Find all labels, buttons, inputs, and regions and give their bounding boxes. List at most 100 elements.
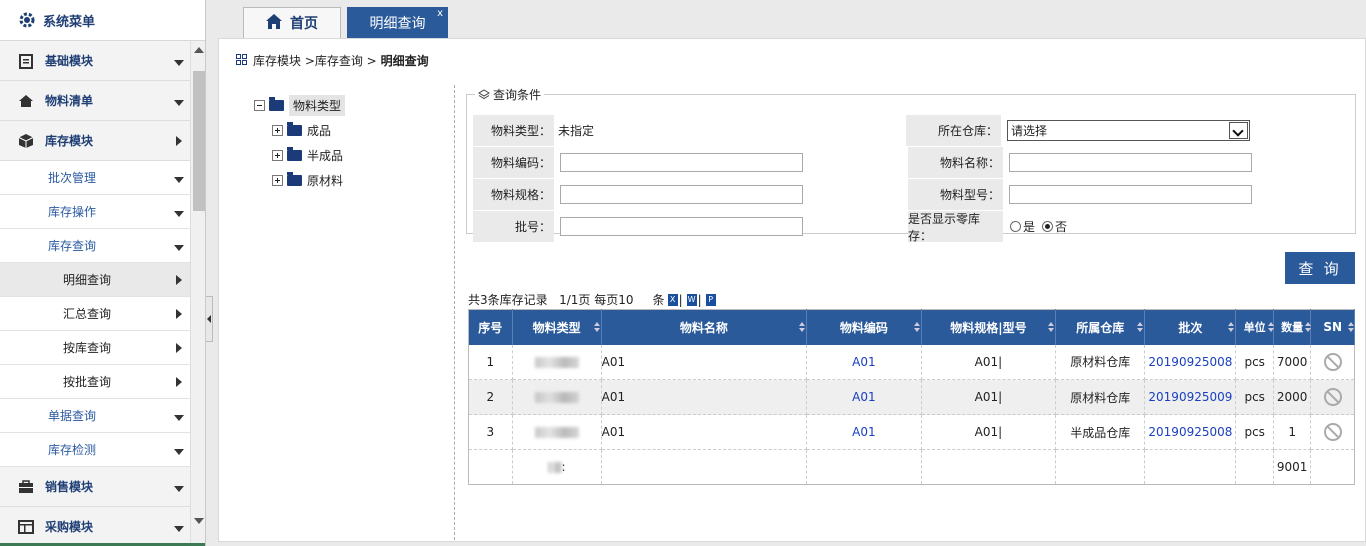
sidebar-collapse-handle[interactable] — [206, 296, 213, 342]
ban-icon[interactable] — [1323, 352, 1342, 371]
tab-home[interactable]: 首页 — [243, 7, 341, 38]
cell-total-qty: 9001 — [1273, 449, 1312, 485]
chevron-left-icon — [207, 315, 211, 323]
sidebar-item-basic[interactable]: 基础模块 — [0, 41, 190, 81]
material-spec-input[interactable] — [560, 185, 803, 204]
cell-empty — [601, 449, 808, 485]
briefcase-icon — [17, 478, 35, 496]
sidebar-item-sales[interactable]: 销售模块 — [0, 467, 190, 507]
col-header[interactable]: 批次 — [1144, 309, 1237, 345]
cell-batch-link[interactable]: 20190925008 — [1144, 414, 1237, 450]
tree-node-label: 物料类型 — [289, 95, 346, 116]
cell-warehouse: 半成品仓库 — [1055, 414, 1146, 450]
zero-no-radio[interactable] — [1042, 221, 1054, 232]
breadcrumb-path: 库存模块 >库存查询 > — [253, 54, 381, 68]
warehouse-select[interactable]: 请选择 — [1007, 120, 1250, 141]
cell-sn[interactable] — [1310, 414, 1355, 450]
scrollbar-thumb[interactable] — [193, 71, 205, 211]
close-icon[interactable]: x — [437, 8, 443, 20]
pdf-export-icon[interactable]: P — [705, 293, 716, 306]
sidebar-item-bom[interactable]: 物料清单 — [0, 81, 190, 121]
cell-code-link[interactable]: A01 — [806, 414, 922, 450]
tab-detail-query[interactable]: 明细查询 x — [347, 7, 448, 38]
cell-sn[interactable] — [1310, 344, 1355, 380]
tree-node-raw-material[interactable]: 原材料 — [254, 168, 345, 193]
tree-node-label: 成品 — [307, 124, 332, 138]
sidebar-subsubitem-by-batch[interactable]: 按批查询 — [0, 365, 190, 399]
expand-icon[interactable] — [272, 150, 283, 161]
col-header[interactable]: 物料规格|型号 — [921, 309, 1057, 345]
table-row[interactable]: 3 A01 A01 A01| 半成品仓库 20190925008 pcs 1 — [468, 414, 1355, 450]
cell-sn[interactable] — [1310, 379, 1355, 415]
word-export-icon[interactable]: W — [686, 293, 697, 306]
col-header[interactable]: 单位 — [1235, 309, 1274, 345]
material-code-input[interactable] — [560, 153, 803, 172]
tree-node-semi-finished[interactable]: 半成品 — [254, 143, 345, 168]
chevron-down-icon — [174, 244, 184, 251]
col-header[interactable]: 物料编码 — [806, 309, 922, 345]
sidebar-subitem-batch[interactable]: 批次管理 — [0, 161, 190, 195]
query-legend: 查询条件 — [475, 86, 544, 103]
cell-code-link[interactable]: A01 — [806, 344, 922, 380]
chevron-right-icon — [176, 135, 182, 146]
material-name-input[interactable] — [1009, 153, 1252, 172]
cell-code-link[interactable]: A01 — [806, 379, 922, 415]
scroll-down-icon[interactable] — [194, 518, 204, 524]
tree-node-label: 半成品 — [307, 149, 344, 163]
col-header[interactable]: 物料类型 — [512, 309, 602, 345]
sidebar-title: 系统菜单 — [43, 14, 96, 30]
cell-type — [512, 344, 602, 380]
sidebar-item-label: 销售模块 — [45, 480, 94, 494]
sidebar-subitem-document[interactable]: 单据查询 — [0, 399, 190, 433]
excel-export-icon[interactable]: X — [667, 293, 678, 306]
table-row[interactable]: 2 A01 A01 A01| 原材料仓库 20190925009 pcs 200… — [468, 379, 1355, 415]
sidebar-item-inventory[interactable]: 库存模块 — [0, 121, 190, 161]
material-model-input[interactable] — [1009, 185, 1252, 204]
tree-node-finished[interactable]: 成品 — [254, 118, 345, 143]
record-summary: 共3条库存记录 1/1页 每页10 条 X | W | P — [468, 291, 716, 308]
col-header[interactable]: SN — [1310, 309, 1355, 345]
col-header[interactable]: 物料名称 — [601, 309, 808, 345]
chevron-down-icon — [174, 59, 184, 66]
cell-empty — [921, 449, 1057, 485]
ban-icon[interactable] — [1323, 423, 1342, 441]
query-legend-text: 查询条件 — [493, 88, 542, 102]
sidebar-scrollbar[interactable] — [190, 41, 205, 546]
cell-empty — [1055, 449, 1146, 485]
col-header[interactable]: 所属仓库 — [1055, 309, 1146, 345]
tree-node-root[interactable]: 物料类型 — [254, 93, 346, 118]
cell-spec: A01| — [921, 379, 1057, 415]
sidebar-subitem-label: 批次管理 — [48, 171, 97, 185]
sidebar-subsubitem-detail[interactable]: 明细查询 — [0, 263, 190, 297]
col-header[interactable]: 数量 — [1273, 309, 1312, 345]
zero-yes-radio[interactable] — [1010, 221, 1021, 232]
query-panel: 查询条件 物料类型： 未指定 所在仓库： 请选择 物料编码： 物料名称： 物料规… — [466, 86, 1356, 243]
sidebar-subitem-operation[interactable]: 库存操作 — [0, 195, 190, 229]
query-button[interactable]: 查 询 — [1285, 252, 1355, 284]
folder-icon — [287, 122, 302, 136]
cell-spec: A01| — [921, 344, 1057, 380]
cell-batch-link[interactable]: 20190925008 — [1144, 344, 1237, 380]
chevron-right-icon — [176, 308, 182, 319]
main-content: 库存模块 >库存查询 > 明细查询 物料类型 成品 半成品 原材料 查询条件 物… — [218, 38, 1366, 542]
collapse-icon[interactable] — [254, 100, 265, 111]
ban-icon[interactable] — [1323, 388, 1342, 406]
sidebar-subitem-query[interactable]: 库存查询 — [0, 229, 190, 263]
chevron-down-icon[interactable] — [1229, 122, 1248, 139]
table-row[interactable]: 1 A01 A01 A01| 原材料仓库 20190925008 pcs 700… — [468, 344, 1355, 380]
sidebar-subsubitem-by-warehouse[interactable]: 按库查询 — [0, 331, 190, 365]
cell-empty — [1144, 449, 1237, 485]
sidebar-subsubitem-summary[interactable]: 汇总查询 — [0, 297, 190, 331]
cell-unit: pcs — [1235, 344, 1274, 380]
batch-input[interactable] — [560, 217, 803, 236]
folder-icon — [287, 147, 302, 161]
col-header-label: 批次 — [1178, 320, 1203, 335]
expand-icon[interactable] — [272, 125, 283, 136]
redacted-text — [534, 427, 579, 438]
expand-icon[interactable] — [272, 175, 283, 186]
scroll-up-icon[interactable] — [194, 47, 204, 53]
gear-icon — [18, 11, 36, 29]
cell-batch-link[interactable]: 20190925009 — [1144, 379, 1237, 415]
sidebar-item-purchase[interactable]: 采购模块 — [0, 507, 190, 546]
sidebar-subitem-check[interactable]: 库存检测 — [0, 433, 190, 467]
